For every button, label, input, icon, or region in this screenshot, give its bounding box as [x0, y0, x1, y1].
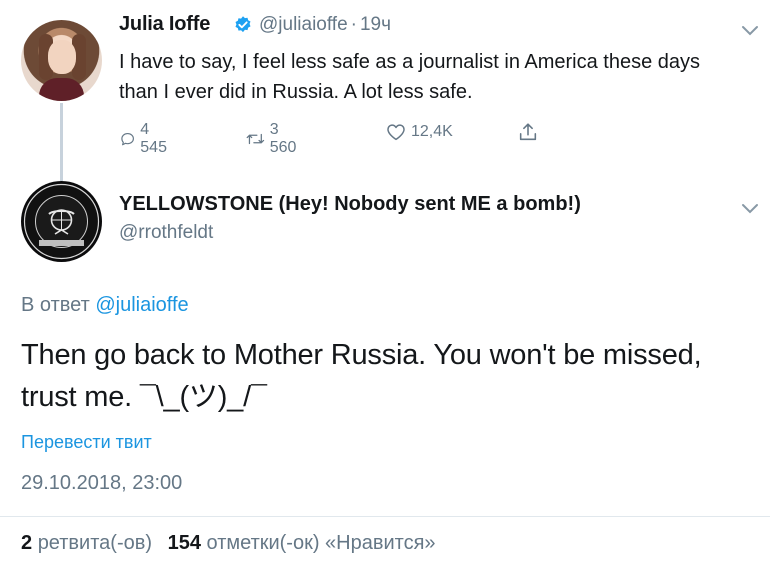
parent-display-name[interactable]: Julia Ioffe	[119, 13, 210, 36]
share-action[interactable]	[517, 121, 543, 143]
like-count: 12,4K	[411, 123, 453, 140]
parent-handle[interactable]: @juliaioffe	[259, 14, 348, 35]
translate-tweet-link[interactable]: Перевести твит	[21, 432, 152, 453]
tweet-datetime[interactable]: 29.10.2018, 23:00	[21, 472, 182, 495]
reply-icon	[121, 133, 134, 146]
likes-label: отметки(-ок) «Нравится»	[206, 532, 436, 554]
share-icon	[519, 123, 537, 141]
reply-display-name[interactable]: YELLOWSTONE (Hey! Nobody sent ME a bomb!…	[119, 193, 581, 216]
yellowstone-avatar[interactable]	[21, 181, 102, 262]
parent-time-ago[interactable]: 19ч	[360, 14, 391, 35]
likes-count: 154	[167, 532, 201, 554]
reply-handle[interactable]: @rrothfeldt	[119, 222, 213, 244]
like-action[interactable]: 12,4K	[385, 121, 453, 143]
retweets-label: ретвита(-ов)	[37, 532, 153, 554]
avatar-dress	[39, 78, 84, 101]
avatar-face	[48, 40, 76, 74]
reply-count: 4 545	[140, 121, 167, 156]
replying-to-mention[interactable]: @juliaioffe	[95, 294, 188, 316]
replying-to-line: В ответ @juliaioffe	[21, 294, 189, 317]
likes-stat[interactable]: 154 отметки(-ок) «Нравится»	[168, 532, 436, 554]
retweets-count: 2	[21, 532, 33, 554]
parent-handle-time: @juliaioffe · 19ч	[259, 14, 391, 36]
chevron-down-icon[interactable]	[741, 203, 759, 215]
julia-ioffe-avatar[interactable]	[21, 20, 102, 101]
like-icon	[387, 124, 405, 141]
reply-tweet-text: Then go back to Mother Russia. You won't…	[21, 339, 702, 413]
divider	[0, 516, 770, 517]
chevron-down-icon[interactable]	[741, 25, 759, 37]
verified-badge-icon	[235, 16, 251, 33]
retweet-action[interactable]: 3 560	[245, 121, 302, 157]
marine-corps-veteran-emblem	[23, 183, 100, 260]
parent-tweet-text: I have to say, I feel less safe as a jou…	[119, 51, 701, 103]
thread-connector-line	[60, 103, 63, 181]
reply-action[interactable]: 4 545	[119, 121, 172, 157]
separator-dot: ·	[350, 14, 357, 35]
retweets-stat[interactable]: 2 ретвита(-ов)	[21, 532, 152, 554]
tweet-stats: 2 ретвита(-ов) 154 отметки(-ок) «Нравитс…	[21, 532, 436, 555]
retweet-icon	[246, 133, 265, 145]
retweet-count: 3 560	[269, 121, 297, 156]
replying-prefix: В ответ	[21, 294, 90, 316]
